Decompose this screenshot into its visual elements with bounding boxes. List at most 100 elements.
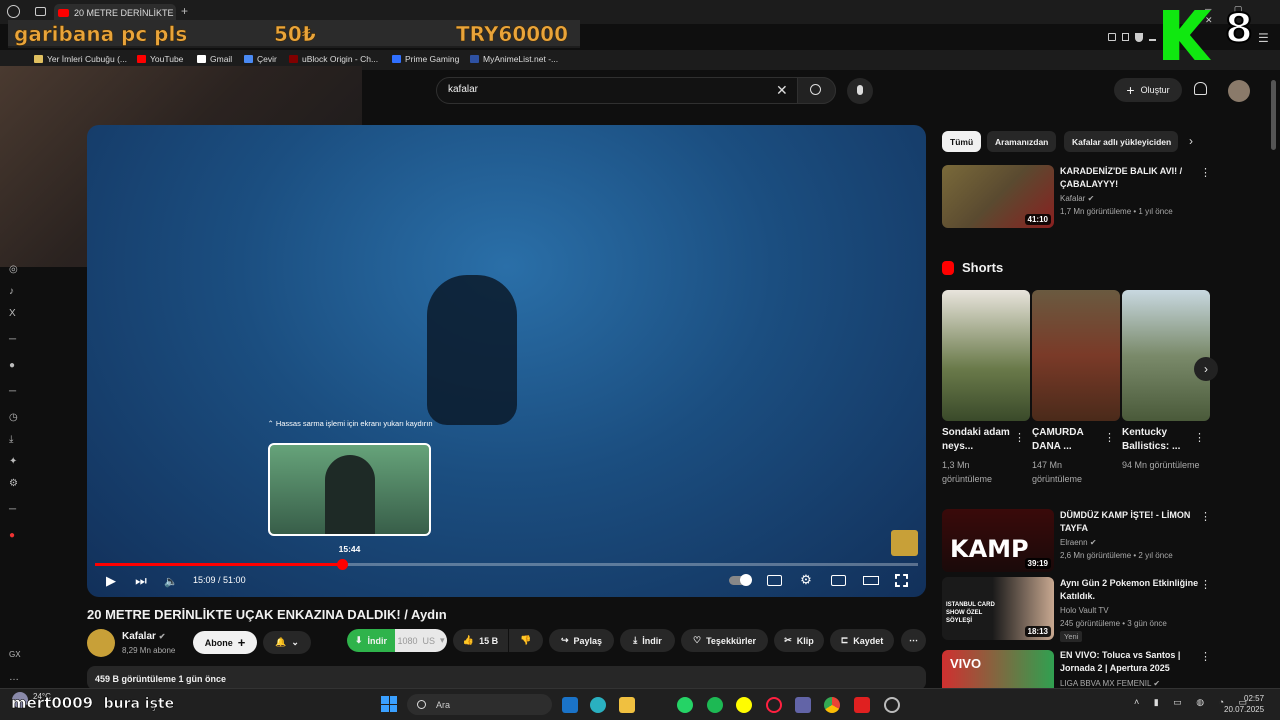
- search-input[interactable]: kafalar: [448, 84, 478, 95]
- wps-icon[interactable]: [854, 697, 870, 713]
- screenshot-icon[interactable]: [1121, 33, 1130, 41]
- video-player[interactable]: ⌃ Hassas sarma işlemi için ekranı yukarı…: [87, 125, 926, 597]
- description-box[interactable]: 459 B görüntüleme 1 gün önce: [87, 666, 926, 690]
- play-button[interactable]: ▶: [103, 573, 119, 589]
- gx-icon[interactable]: GX: [9, 650, 21, 659]
- related-thumbnail[interactable]: ISTANBUL CARD SHOW ÖZEL SÖYLEŞİ 18:13: [942, 577, 1054, 640]
- related-channel[interactable]: Elraenn ✔: [1060, 538, 1097, 547]
- download-icon[interactable]: [1148, 33, 1156, 41]
- miniplayer-icon[interactable]: [831, 575, 846, 586]
- share-button[interactable]: ↪ Paylaş: [549, 629, 614, 652]
- chip-all[interactable]: Tümü: [942, 131, 982, 152]
- related-thumbnail[interactable]: 41:10: [942, 165, 1054, 228]
- edge-icon[interactable]: [590, 697, 606, 713]
- fullscreen-icon[interactable]: [895, 574, 908, 587]
- related-channel[interactable]: LIGA BBVA MX FEMENIL ✔: [1060, 679, 1160, 688]
- taskbar-clock[interactable]: 02:57 20.07.2025: [1224, 693, 1264, 715]
- spotify-icon[interactable]: [707, 697, 723, 713]
- voice-search-button[interactable]: [847, 78, 873, 104]
- bookmark-translate[interactable]: Çevir: [244, 54, 277, 64]
- clear-search-icon[interactable]: ✕: [776, 82, 788, 99]
- taskbar-search[interactable]: Ara: [407, 694, 552, 715]
- notifications-button[interactable]: 🔔 ⌄: [263, 631, 311, 654]
- clip-button[interactable]: ✂ Klip: [774, 629, 824, 652]
- dislike-button[interactable]: 👎: [509, 629, 543, 652]
- related-title[interactable]: Aynı Gün 2 Pokemon Etkinliğine Katıldık.: [1060, 577, 1200, 603]
- related-title[interactable]: DÜMDÜZ KAMP İŞTE! - LİMON TAYFA: [1060, 509, 1200, 535]
- like-button[interactable]: 👍 15 B: [453, 629, 508, 652]
- next-button[interactable]: ⏭: [133, 573, 149, 589]
- shorts-next-button[interactable]: ›: [1194, 357, 1218, 381]
- puzzle-icon[interactable]: ✦: [9, 456, 17, 467]
- related-channel[interactable]: Kafalar ✔: [1060, 194, 1094, 203]
- instagram-icon[interactable]: ◎: [9, 264, 18, 275]
- bookmark-ublock[interactable]: uBlock Origin - Ch...: [289, 54, 378, 64]
- account-avatar[interactable]: [1228, 80, 1250, 102]
- chrome-icon[interactable]: [824, 697, 840, 713]
- save-button[interactable]: ⊏ Kaydet: [830, 629, 894, 652]
- more-vert-icon[interactable]: ⋮: [1200, 510, 1211, 523]
- chips-next-icon[interactable]: ›: [1189, 134, 1193, 148]
- start-menu-icon[interactable]: [381, 696, 397, 712]
- shield-icon[interactable]: [1135, 33, 1143, 42]
- create-button[interactable]: + Oluştur: [1114, 78, 1182, 102]
- channel-watermark[interactable]: [891, 530, 918, 556]
- related-title[interactable]: KARADENİZ'DE BALIK AVI! / ÇABALAYYY!: [1060, 165, 1200, 191]
- chip-from-search[interactable]: Aramanızdan: [987, 131, 1057, 152]
- more-vert-icon[interactable]: ⋮: [1104, 431, 1115, 444]
- related-channel[interactable]: Holo Vault TV: [1060, 606, 1109, 615]
- extension-icons[interactable]: [1108, 33, 1156, 43]
- quality-selector[interactable]: 1080 US ▾: [395, 629, 447, 652]
- download-button[interactable]: ⤓ İndir: [620, 629, 675, 652]
- bookmark-myanimelist[interactable]: MyAnimeList.net -...: [470, 54, 558, 64]
- settings-gear-icon[interactable]: ⚙: [798, 572, 814, 588]
- search-button[interactable]: [797, 77, 836, 104]
- short-title[interactable]: Sondaki adam neys...: [942, 426, 1020, 454]
- volume-icon[interactable]: 🔈: [163, 573, 179, 589]
- bookmark-prime-gaming[interactable]: Prime Gaming: [392, 54, 459, 64]
- bookmark-gmail[interactable]: Gmail: [197, 54, 232, 64]
- new-tab-icon[interactable]: +: [181, 4, 188, 18]
- whatsapp-icon[interactable]: [677, 697, 693, 713]
- more-vert-icon[interactable]: ⋮: [1200, 650, 1211, 663]
- tiktok-icon[interactable]: ♪: [9, 286, 14, 297]
- related-thumbnail[interactable]: KAMP 39:19: [942, 509, 1054, 572]
- short-card[interactable]: [1122, 290, 1210, 421]
- tab-actions-icon[interactable]: [35, 7, 46, 16]
- settings-icon[interactable]: ⚙: [9, 478, 18, 489]
- more-vert-icon[interactable]: ⋮: [1014, 431, 1025, 444]
- short-card[interactable]: [1032, 290, 1120, 421]
- more-vert-icon[interactable]: ⋮: [1200, 578, 1211, 591]
- short-title[interactable]: ÇAMURDA DANA ...: [1032, 426, 1110, 454]
- menu-icon[interactable]: ☰: [1258, 31, 1269, 45]
- download-green-button[interactable]: ⬇ İndir: [347, 629, 395, 652]
- short-title[interactable]: Kentucky Ballistics: ...: [1122, 426, 1200, 454]
- bookmark-youtube[interactable]: YouTube: [137, 54, 183, 64]
- theater-mode-icon[interactable]: [863, 576, 879, 585]
- notifications-bell-icon[interactable]: [1194, 82, 1207, 95]
- chip-from-uploader[interactable]: Kafalar adlı yükleyiciden: [1064, 131, 1178, 152]
- page-scrollbar[interactable]: [1271, 80, 1276, 150]
- related-title[interactable]: EN VIVO: Toluca vs Santos | Jornada 2 | …: [1060, 649, 1200, 675]
- snapchat-icon[interactable]: [736, 697, 752, 713]
- more-actions-button[interactable]: ⋯: [901, 629, 926, 652]
- opera-icon[interactable]: ●: [9, 530, 15, 541]
- teams-icon[interactable]: [795, 697, 811, 713]
- download-icon[interactable]: ⤓: [9, 434, 13, 445]
- x-icon[interactable]: X: [9, 308, 16, 319]
- steam-like-icon[interactable]: [884, 697, 900, 713]
- browser-profile-icon[interactable]: [7, 5, 20, 18]
- outlook-icon[interactable]: [562, 697, 578, 713]
- short-card[interactable]: [942, 290, 1030, 421]
- progress-scrubber[interactable]: [337, 559, 348, 570]
- related-thumbnail[interactable]: VIVO: [942, 650, 1054, 688]
- autoplay-toggle[interactable]: [729, 574, 752, 586]
- spotify-icon[interactable]: ●: [9, 360, 15, 371]
- file-explorer-icon[interactable]: [619, 697, 635, 713]
- more-vert-icon[interactable]: ⋮: [1194, 431, 1205, 444]
- history-icon[interactable]: ◷: [9, 412, 18, 423]
- channel-name[interactable]: Kafalar ✔: [122, 631, 165, 642]
- more-icon[interactable]: …: [9, 672, 19, 683]
- more-vert-icon[interactable]: ⋮: [1200, 166, 1211, 179]
- thanks-button[interactable]: ♡ Teşekkürler: [681, 629, 768, 652]
